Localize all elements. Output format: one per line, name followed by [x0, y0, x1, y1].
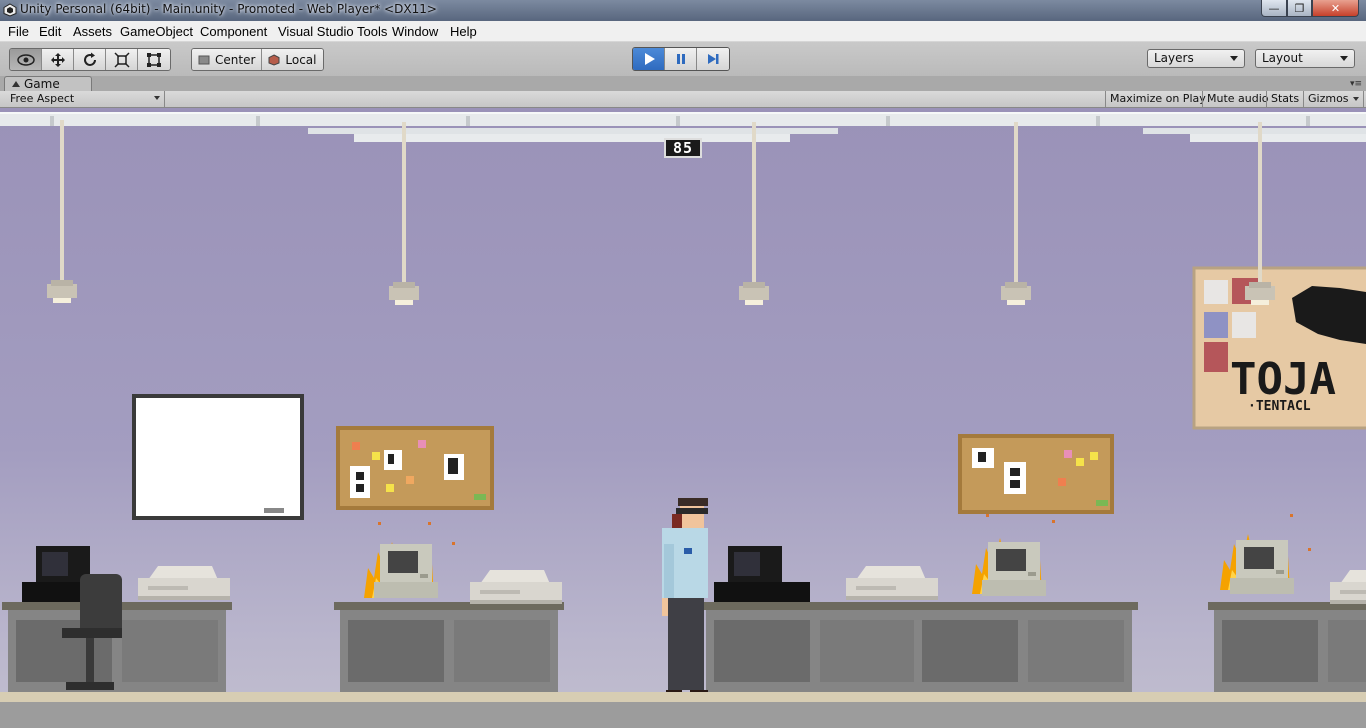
pivot-center-label: Center — [215, 52, 256, 67]
tojam-poster: TOJA ·TENTACL — [1192, 266, 1366, 430]
rect-transform-icon — [147, 52, 161, 67]
menu-window[interactable]: Window — [392, 24, 438, 39]
window-title: Unity Personal (64bit) - Main.unity - Pr… — [20, 2, 437, 16]
eye-icon — [16, 53, 35, 66]
panel-menu-icon[interactable]: ▾≡ — [1350, 79, 1362, 89]
scale-icon — [113, 51, 130, 68]
game-scene: TOJA ·TENTACL — [0, 108, 1366, 728]
corkboard — [336, 426, 494, 510]
gizmos-label: Gizmos — [1308, 92, 1349, 105]
desk — [334, 602, 564, 694]
pause-icon — [676, 54, 685, 64]
whiteboard — [132, 394, 304, 520]
panel-tab-bar: Game ▾≡ — [0, 76, 1366, 92]
move-arrows-icon — [50, 52, 65, 67]
corkboard — [958, 434, 1114, 514]
move-tool-button[interactable] — [42, 49, 74, 70]
menu-bar: File Edit Assets GameObject Component Vi… — [0, 21, 1366, 42]
game-viewport[interactable]: TOJA ·TENTACL 85 — [0, 108, 1366, 728]
title-bar: Unity Personal (64bit) - Main.unity - Pr… — [0, 0, 1366, 21]
pivot-toggles: Center Local — [191, 48, 324, 71]
chevron-down-icon — [154, 96, 160, 100]
minimize-icon: — — [1268, 1, 1280, 15]
menu-assets[interactable]: Assets — [73, 24, 112, 39]
menu-edit[interactable]: Edit — [39, 24, 61, 39]
layout-dropdown[interactable]: Layout — [1255, 49, 1355, 68]
tab-game-label: Game — [24, 77, 60, 91]
step-button[interactable] — [697, 48, 729, 70]
player-character — [662, 498, 708, 698]
maximize-button[interactable]: ❐ — [1287, 0, 1312, 17]
stats-label: Stats — [1271, 92, 1300, 105]
menu-visual-studio-tools[interactable]: Visual Studio Tools — [278, 24, 387, 39]
floor-carpet — [0, 692, 1366, 702]
play-icon — [644, 53, 655, 65]
transform-tools — [9, 48, 171, 71]
game-controller-icon — [12, 81, 20, 87]
menu-component[interactable]: Component — [200, 24, 267, 39]
maximize-on-play-label: Maximize on Play — [1110, 92, 1206, 105]
play-button[interactable] — [633, 48, 665, 70]
floor-base — [0, 702, 1366, 728]
scale-tool-button[interactable] — [106, 49, 138, 70]
minimize-button[interactable]: — — [1261, 0, 1287, 17]
layers-dropdown[interactable]: Layers — [1147, 49, 1245, 68]
close-button[interactable]: ✕ — [1312, 0, 1359, 17]
chevron-down-icon — [1352, 97, 1359, 101]
rotate-icon — [83, 52, 96, 66]
desk — [908, 602, 1138, 694]
rotate-tool-button[interactable] — [74, 49, 106, 70]
step-icon — [708, 54, 719, 64]
restore-icon: ❐ — [1294, 1, 1305, 15]
close-icon: ✕ — [1330, 1, 1341, 15]
gizmos-dropdown[interactable]: Gizmos — [1303, 91, 1364, 107]
mute-audio-label: Mute audio — [1207, 92, 1269, 105]
poster-subtext: ·TENTACL — [1248, 399, 1311, 414]
layers-label: Layers — [1154, 51, 1194, 65]
pivot-center-button[interactable]: Center — [192, 49, 263, 70]
desk — [700, 602, 930, 694]
chevron-down-icon — [1230, 56, 1238, 61]
center-pivot-icon — [198, 55, 210, 64]
score-counter: 85 — [664, 138, 702, 158]
menu-gameobject[interactable]: GameObject — [120, 24, 193, 39]
layout-label: Layout — [1262, 51, 1303, 65]
rect-tool-button[interactable] — [138, 49, 170, 70]
pivot-local-label: Local — [285, 52, 317, 67]
menu-help[interactable]: Help — [450, 24, 477, 39]
pause-button[interactable] — [665, 48, 697, 70]
maximize-on-play-toggle[interactable]: Maximize on Play — [1105, 91, 1210, 107]
stats-toggle[interactable]: Stats — [1266, 91, 1303, 107]
pivot-local-button[interactable]: Local — [262, 49, 323, 70]
game-view-controls: Free Aspect Maximize on Play Mute audio … — [0, 91, 1366, 108]
main-toolbar: Center Local Layers Layout — [0, 42, 1366, 77]
tab-game[interactable]: Game — [4, 76, 92, 92]
chevron-down-icon — [1340, 56, 1348, 61]
mute-audio-toggle[interactable]: Mute audio — [1202, 91, 1273, 107]
poster-text: TOJA — [1230, 354, 1336, 405]
local-cube-icon — [268, 53, 280, 66]
menu-file[interactable]: File — [8, 24, 29, 39]
desk — [1208, 602, 1366, 694]
view-tool-button[interactable] — [10, 49, 42, 70]
unity-app-icon — [3, 3, 17, 17]
playback-controls — [632, 47, 730, 71]
aspect-label: Free Aspect — [10, 92, 75, 105]
aspect-dropdown[interactable]: Free Aspect — [4, 91, 165, 107]
